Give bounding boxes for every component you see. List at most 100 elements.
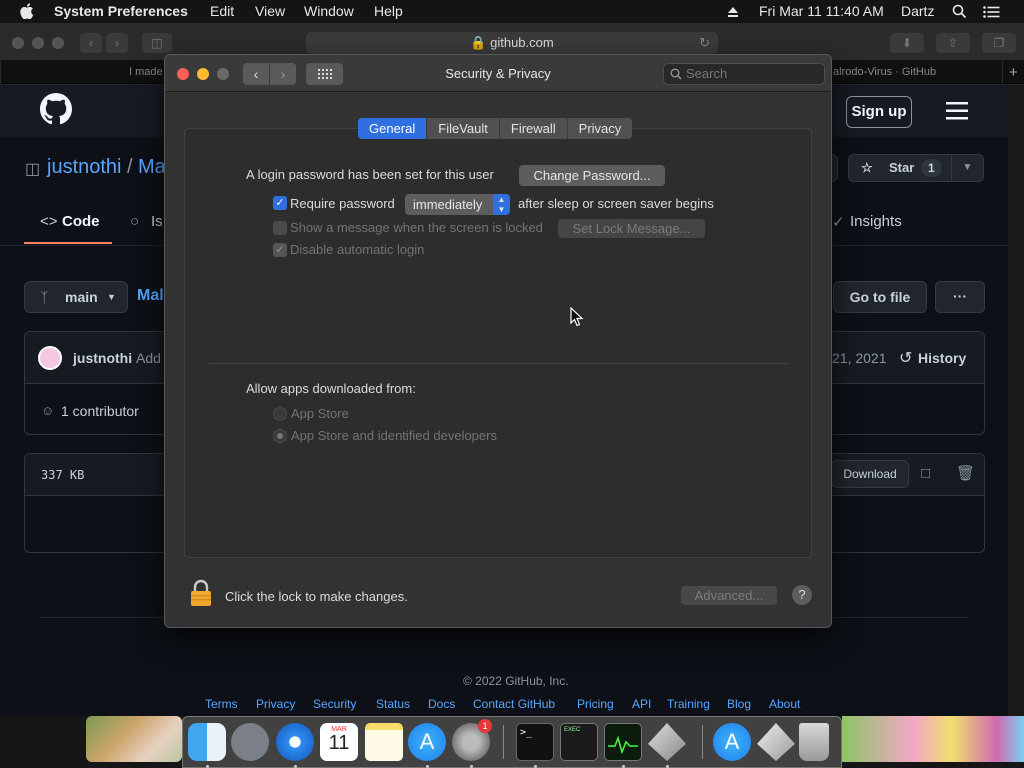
breadcrumb-path[interactable]: Mal <box>137 287 164 305</box>
window-minimize-button[interactable] <box>197 68 209 80</box>
star-button[interactable]: ☆ Star 1 <box>848 154 952 182</box>
scrollbar[interactable] <box>1008 85 1024 716</box>
radio-identified-developers[interactable] <box>273 429 287 443</box>
footer-link-about[interactable]: About <box>769 697 800 711</box>
disable-auto-login-checkbox[interactable]: ✓ <box>273 243 287 257</box>
show-message-checkbox[interactable] <box>273 221 287 235</box>
advanced-button[interactable]: Advanced... <box>681 586 777 605</box>
insights-icon: ✓ <box>832 214 845 231</box>
console-icon[interactable]: EXEC <box>560 723 598 761</box>
spotlight-icon[interactable] <box>952 4 967 22</box>
menu-help[interactable]: Help <box>374 3 403 19</box>
tab-overview-icon[interactable]: ❐ <box>982 33 1016 53</box>
commit-message[interactable]: Add <box>136 350 161 366</box>
safari-back-icon[interactable]: ‹ <box>80 33 102 53</box>
installer-icon[interactable] <box>648 723 686 761</box>
branch-select-button[interactable]: ᛉ main ▼ <box>24 281 128 313</box>
tab-privacy[interactable]: Privacy <box>568 118 633 139</box>
require-password-select[interactable]: immediately ▲ ▼ <box>405 194 510 215</box>
footer-link-pricing[interactable]: Pricing <box>577 697 614 711</box>
desktop-icon[interactable]: □ <box>921 465 930 482</box>
hamburger-menu-icon[interactable] <box>946 102 968 125</box>
reload-icon[interactable]: ↻ <box>699 32 710 54</box>
finder-icon[interactable] <box>188 723 226 761</box>
app-menu[interactable]: System Preferences <box>54 3 188 19</box>
star-dropdown-icon[interactable]: ▼ <box>951 154 984 182</box>
sign-up-button[interactable]: Sign up <box>846 96 912 128</box>
require-password-checkbox[interactable]: ✓ <box>273 196 287 210</box>
tab-issues[interactable]: Is <box>151 213 163 230</box>
safari-close-button[interactable] <box>12 37 24 49</box>
window-close-button[interactable] <box>177 68 189 80</box>
window-zoom-button[interactable] <box>217 68 229 80</box>
commit-author[interactable]: justnothi <box>73 350 132 366</box>
menu-window[interactable]: Window <box>304 3 354 19</box>
new-tab-button[interactable]: + <box>1002 61 1024 84</box>
author-avatar[interactable] <box>38 346 62 370</box>
menubar-clock[interactable]: Fri Mar 11 11:40 AM <box>759 3 884 19</box>
tab-insights[interactable]: Insights <box>850 213 902 230</box>
repo-owner-link[interactable]: justnothi <box>47 156 122 179</box>
safari-tab-2[interactable]: alrodo-Virus · GitHub <box>830 61 1000 84</box>
contributors-count[interactable]: 1 contributor <box>61 403 139 419</box>
footer-link-status[interactable]: Status <box>376 697 410 711</box>
footer-link-security[interactable]: Security <box>313 697 356 711</box>
safari-tab-1[interactable]: I made <box>0 61 167 84</box>
prefs-search-field[interactable]: Search <box>663 63 825 85</box>
tab-filevault[interactable]: FileVault <box>427 118 500 139</box>
downloads-icon[interactable]: ⬇ <box>890 33 924 53</box>
show-all-grid-icon[interactable] <box>306 63 343 85</box>
trash-icon[interactable] <box>799 723 829 761</box>
activity-monitor-icon[interactable] <box>604 723 642 761</box>
launchpad-icon[interactable] <box>231 723 269 761</box>
set-lock-message-button[interactable]: Set Lock Message... <box>558 219 705 238</box>
tab-general[interactable]: General <box>358 118 428 139</box>
safari-zoom-button[interactable] <box>52 37 64 49</box>
safari-minimize-button[interactable] <box>32 37 44 49</box>
app-store-icon[interactable]: A <box>408 723 446 761</box>
safari-forward-icon[interactable]: › <box>106 33 128 53</box>
dock-separator <box>503 725 504 759</box>
github-logo-icon[interactable] <box>40 93 72 130</box>
radio-app-store-label: App Store <box>291 406 349 421</box>
calendar-day: 11 <box>328 732 350 754</box>
change-password-button[interactable]: Change Password... <box>519 165 665 186</box>
download-button[interactable]: Download <box>831 460 909 488</box>
footer-link-privacy[interactable]: Privacy <box>256 697 295 711</box>
footer-link-blog[interactable]: Blog <box>727 697 751 711</box>
footer-link-docs[interactable]: Docs <box>428 697 455 711</box>
apple-menu-icon[interactable] <box>20 3 34 22</box>
tab-code[interactable]: Code <box>62 213 100 230</box>
search-placeholder: Search <box>686 66 728 81</box>
help-button[interactable]: ? <box>792 585 812 605</box>
menu-edit[interactable]: Edit <box>210 3 234 19</box>
terminal-icon[interactable]: >_ <box>516 723 554 761</box>
footer-link-terms[interactable]: Terms <box>205 697 238 711</box>
footer-link-api[interactable]: API <box>632 697 651 711</box>
lock-icon[interactable] <box>190 579 212 612</box>
share-icon[interactable]: ⇧ <box>936 33 970 53</box>
tab-firewall[interactable]: Firewall <box>500 118 568 139</box>
prefs-back-icon[interactable]: ‹ <box>243 63 269 85</box>
prefs-forward-icon[interactable]: › <box>270 63 296 85</box>
delete-trash-icon[interactable]: 🗑 <box>956 464 975 482</box>
safari-icon[interactable] <box>276 723 314 761</box>
menubar-user[interactable]: Dartz <box>901 3 934 19</box>
disk-image-icon[interactable] <box>757 723 795 761</box>
repo-name-link[interactable]: Ma <box>138 156 166 179</box>
notes-icon[interactable] <box>365 723 403 761</box>
calendar-icon[interactable]: MAR 11 <box>320 723 358 761</box>
address-bar[interactable]: 🔒 github.com ↻ <box>306 32 718 54</box>
footer-link-contact[interactable]: Contact GitHub <box>473 697 555 711</box>
menu-view[interactable]: View <box>255 3 285 19</box>
eject-icon[interactable] <box>727 5 739 21</box>
more-options-button[interactable]: ··· <box>935 281 985 313</box>
app-store-download-icon[interactable]: A <box>713 723 751 761</box>
go-to-file-button[interactable]: Go to file <box>833 281 927 313</box>
notification-center-icon[interactable] <box>983 5 1000 21</box>
general-panel <box>184 128 812 558</box>
footer-link-training[interactable]: Training <box>667 697 710 711</box>
radio-app-store[interactable] <box>273 407 287 421</box>
history-link[interactable]: History <box>918 350 966 366</box>
sidebar-toggle-icon[interactable]: ◫ <box>142 33 172 53</box>
